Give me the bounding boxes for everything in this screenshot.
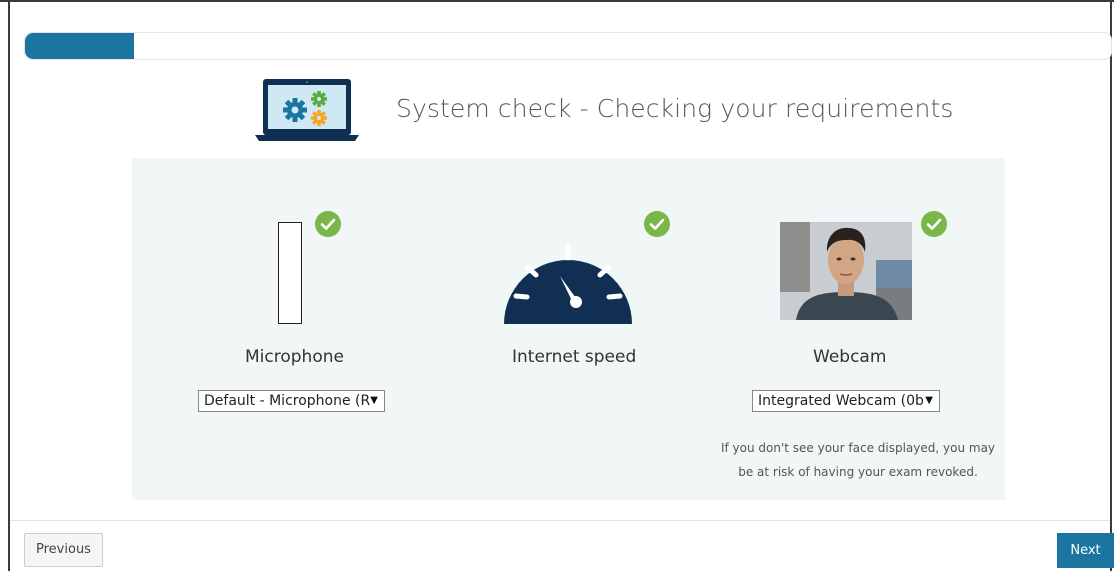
webcam-warning-line1: If you don't see your face displayed, yo… [720,441,996,455]
previous-button[interactable]: Previous [24,533,103,567]
footer-divider [10,520,1110,521]
page-title: System check - Checking your requirement… [396,94,954,123]
webcam-check-icon [921,211,947,237]
microphone-select[interactable]: Default - Microphone (R ▼ [198,390,385,412]
webcam-preview [780,222,912,320]
microphone-check-icon [315,211,341,237]
window-top-border [0,0,1114,2]
window-right-border [1110,0,1112,571]
progress-bar-fill [25,33,134,59]
progress-bar [24,32,1112,60]
internet-check-icon [644,211,670,237]
dropdown-arrow-icon: ▼ [370,395,378,406]
webcam-select-value: Integrated Webcam (0b( [758,393,924,409]
speedometer-icon [504,243,632,324]
webcam-select[interactable]: Integrated Webcam (0b( ▼ [752,390,940,412]
microphone-label: Microphone [245,347,344,367]
webcam-warning-line2: be at risk of having your exam revoked. [738,465,978,479]
dropdown-arrow-icon: ▼ [925,395,933,406]
internet-speed-label: Internet speed [512,347,637,367]
microphone-level-icon [278,222,302,324]
window-left-border [8,0,10,571]
webcam-warning: If you don't see your face displayed, yo… [710,436,1006,484]
laptop-gears-icon [255,79,359,141]
microphone-select-value: Default - Microphone (R [204,393,370,409]
next-button[interactable]: Next [1057,533,1114,568]
webcam-label: Webcam [813,347,887,367]
